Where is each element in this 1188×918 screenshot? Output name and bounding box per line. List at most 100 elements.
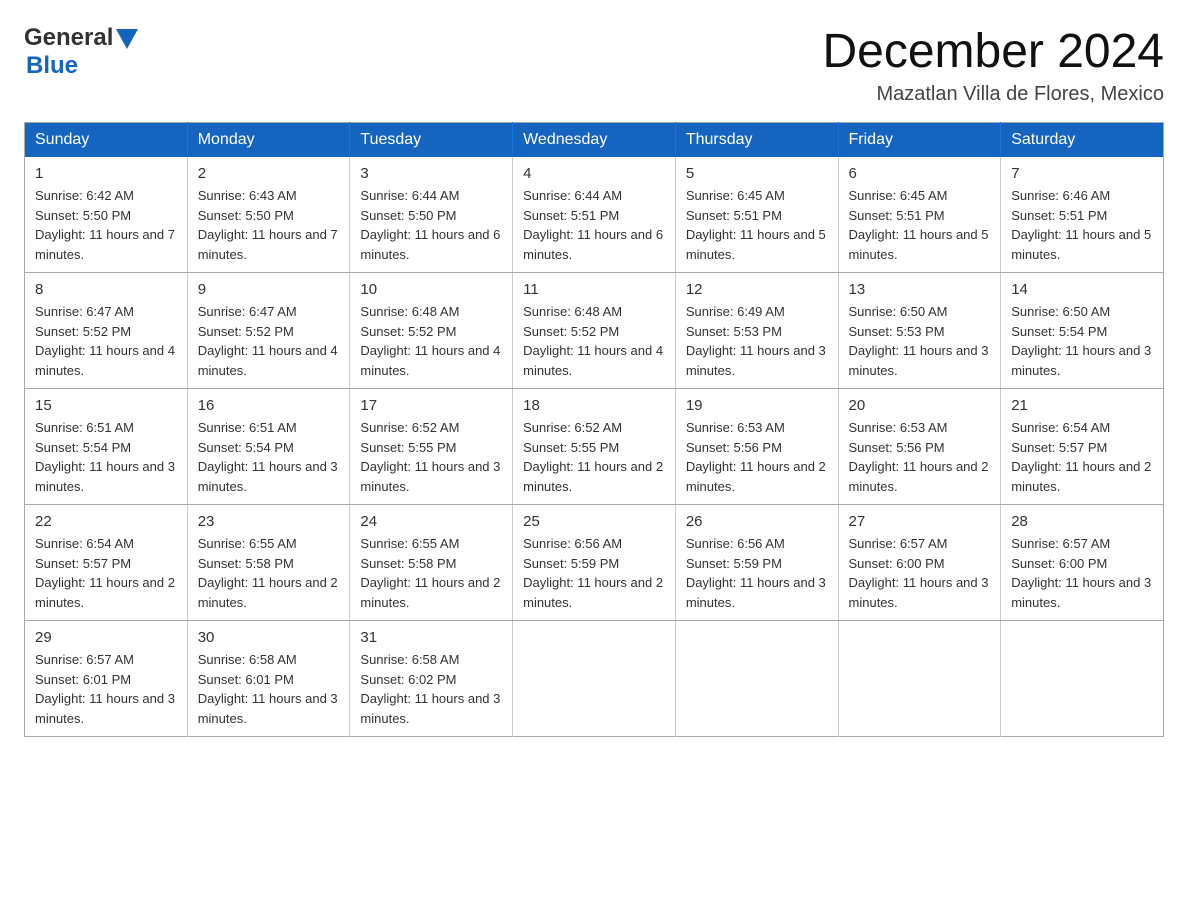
- day-info: Sunrise: 6:58 AM Sunset: 6:01 PM Dayligh…: [198, 650, 340, 728]
- calendar-cell: [675, 621, 838, 737]
- day-info: Sunrise: 6:53 AM Sunset: 5:56 PM Dayligh…: [849, 418, 991, 496]
- day-number: 16: [198, 397, 340, 414]
- calendar-cell: 18 Sunrise: 6:52 AM Sunset: 5:55 PM Dayl…: [513, 389, 676, 505]
- page-header: General Blue December 2024 Mazatlan Vill…: [24, 24, 1164, 106]
- day-number: 17: [360, 397, 502, 414]
- calendar-cell: 1 Sunrise: 6:42 AM Sunset: 5:50 PM Dayli…: [25, 157, 188, 273]
- calendar-week-row: 15 Sunrise: 6:51 AM Sunset: 5:54 PM Dayl…: [25, 389, 1164, 505]
- day-info: Sunrise: 6:45 AM Sunset: 5:51 PM Dayligh…: [849, 186, 991, 264]
- calendar-table: SundayMondayTuesdayWednesdayThursdayFrid…: [24, 122, 1164, 737]
- calendar-cell: 20 Sunrise: 6:53 AM Sunset: 5:56 PM Dayl…: [838, 389, 1001, 505]
- calendar-title: December 2024: [822, 24, 1164, 79]
- day-info: Sunrise: 6:57 AM Sunset: 6:01 PM Dayligh…: [35, 650, 177, 728]
- calendar-week-row: 22 Sunrise: 6:54 AM Sunset: 5:57 PM Dayl…: [25, 505, 1164, 621]
- day-number: 7: [1011, 165, 1153, 182]
- calendar-cell: 24 Sunrise: 6:55 AM Sunset: 5:58 PM Dayl…: [350, 505, 513, 621]
- calendar-cell: 19 Sunrise: 6:53 AM Sunset: 5:56 PM Dayl…: [675, 389, 838, 505]
- logo: General Blue: [24, 24, 138, 80]
- title-block: December 2024 Mazatlan Villa de Flores, …: [822, 24, 1164, 106]
- calendar-subtitle: Mazatlan Villa de Flores, Mexico: [822, 83, 1164, 106]
- day-number: 23: [198, 513, 340, 530]
- day-number: 28: [1011, 513, 1153, 530]
- weekday-header-thursday: Thursday: [675, 123, 838, 158]
- day-info: Sunrise: 6:50 AM Sunset: 5:53 PM Dayligh…: [849, 302, 991, 380]
- day-info: Sunrise: 6:54 AM Sunset: 5:57 PM Dayligh…: [1011, 418, 1153, 496]
- calendar-cell: 9 Sunrise: 6:47 AM Sunset: 5:52 PM Dayli…: [187, 273, 350, 389]
- calendar-cell: 15 Sunrise: 6:51 AM Sunset: 5:54 PM Dayl…: [25, 389, 188, 505]
- calendar-cell: 23 Sunrise: 6:55 AM Sunset: 5:58 PM Dayl…: [187, 505, 350, 621]
- day-number: 3: [360, 165, 502, 182]
- day-number: 21: [1011, 397, 1153, 414]
- day-number: 4: [523, 165, 665, 182]
- day-number: 26: [686, 513, 828, 530]
- day-info: Sunrise: 6:50 AM Sunset: 5:54 PM Dayligh…: [1011, 302, 1153, 380]
- day-number: 18: [523, 397, 665, 414]
- day-info: Sunrise: 6:44 AM Sunset: 5:51 PM Dayligh…: [523, 186, 665, 264]
- day-info: Sunrise: 6:49 AM Sunset: 5:53 PM Dayligh…: [686, 302, 828, 380]
- day-info: Sunrise: 6:51 AM Sunset: 5:54 PM Dayligh…: [35, 418, 177, 496]
- calendar-cell: 8 Sunrise: 6:47 AM Sunset: 5:52 PM Dayli…: [25, 273, 188, 389]
- day-info: Sunrise: 6:57 AM Sunset: 6:00 PM Dayligh…: [849, 534, 991, 612]
- day-info: Sunrise: 6:54 AM Sunset: 5:57 PM Dayligh…: [35, 534, 177, 612]
- calendar-week-row: 8 Sunrise: 6:47 AM Sunset: 5:52 PM Dayli…: [25, 273, 1164, 389]
- day-number: 22: [35, 513, 177, 530]
- weekday-header-wednesday: Wednesday: [513, 123, 676, 158]
- calendar-cell: 4 Sunrise: 6:44 AM Sunset: 5:51 PM Dayli…: [513, 157, 676, 273]
- calendar-cell: 5 Sunrise: 6:45 AM Sunset: 5:51 PM Dayli…: [675, 157, 838, 273]
- day-info: Sunrise: 6:52 AM Sunset: 5:55 PM Dayligh…: [360, 418, 502, 496]
- day-info: Sunrise: 6:43 AM Sunset: 5:50 PM Dayligh…: [198, 186, 340, 264]
- calendar-cell: 26 Sunrise: 6:56 AM Sunset: 5:59 PM Dayl…: [675, 505, 838, 621]
- day-number: 1: [35, 165, 177, 182]
- day-number: 9: [198, 281, 340, 298]
- calendar-cell: [1001, 621, 1164, 737]
- day-number: 12: [686, 281, 828, 298]
- day-number: 13: [849, 281, 991, 298]
- day-info: Sunrise: 6:58 AM Sunset: 6:02 PM Dayligh…: [360, 650, 502, 728]
- calendar-cell: 17 Sunrise: 6:52 AM Sunset: 5:55 PM Dayl…: [350, 389, 513, 505]
- day-number: 19: [686, 397, 828, 414]
- calendar-cell: 27 Sunrise: 6:57 AM Sunset: 6:00 PM Dayl…: [838, 505, 1001, 621]
- day-number: 15: [35, 397, 177, 414]
- day-number: 31: [360, 629, 502, 646]
- day-info: Sunrise: 6:56 AM Sunset: 5:59 PM Dayligh…: [523, 534, 665, 612]
- day-info: Sunrise: 6:45 AM Sunset: 5:51 PM Dayligh…: [686, 186, 828, 264]
- day-info: Sunrise: 6:52 AM Sunset: 5:55 PM Dayligh…: [523, 418, 665, 496]
- logo-blue-text: Blue: [26, 52, 78, 79]
- calendar-cell: 30 Sunrise: 6:58 AM Sunset: 6:01 PM Dayl…: [187, 621, 350, 737]
- calendar-cell: 6 Sunrise: 6:45 AM Sunset: 5:51 PM Dayli…: [838, 157, 1001, 273]
- calendar-cell: [513, 621, 676, 737]
- logo-triangle-icon: [116, 29, 138, 49]
- day-info: Sunrise: 6:57 AM Sunset: 6:00 PM Dayligh…: [1011, 534, 1153, 612]
- day-info: Sunrise: 6:51 AM Sunset: 5:54 PM Dayligh…: [198, 418, 340, 496]
- calendar-cell: [838, 621, 1001, 737]
- day-info: Sunrise: 6:47 AM Sunset: 5:52 PM Dayligh…: [198, 302, 340, 380]
- weekday-header-sunday: Sunday: [25, 123, 188, 158]
- weekday-header-saturday: Saturday: [1001, 123, 1164, 158]
- day-number: 29: [35, 629, 177, 646]
- day-number: 20: [849, 397, 991, 414]
- day-number: 8: [35, 281, 177, 298]
- calendar-cell: 21 Sunrise: 6:54 AM Sunset: 5:57 PM Dayl…: [1001, 389, 1164, 505]
- calendar-cell: 31 Sunrise: 6:58 AM Sunset: 6:02 PM Dayl…: [350, 621, 513, 737]
- day-info: Sunrise: 6:56 AM Sunset: 5:59 PM Dayligh…: [686, 534, 828, 612]
- calendar-week-row: 1 Sunrise: 6:42 AM Sunset: 5:50 PM Dayli…: [25, 157, 1164, 273]
- logo-general-text: General: [24, 24, 113, 52]
- calendar-cell: 2 Sunrise: 6:43 AM Sunset: 5:50 PM Dayli…: [187, 157, 350, 273]
- calendar-cell: 11 Sunrise: 6:48 AM Sunset: 5:52 PM Dayl…: [513, 273, 676, 389]
- calendar-cell: 3 Sunrise: 6:44 AM Sunset: 5:50 PM Dayli…: [350, 157, 513, 273]
- day-info: Sunrise: 6:42 AM Sunset: 5:50 PM Dayligh…: [35, 186, 177, 264]
- day-number: 6: [849, 165, 991, 182]
- calendar-cell: 22 Sunrise: 6:54 AM Sunset: 5:57 PM Dayl…: [25, 505, 188, 621]
- calendar-cell: 12 Sunrise: 6:49 AM Sunset: 5:53 PM Dayl…: [675, 273, 838, 389]
- weekday-header-tuesday: Tuesday: [350, 123, 513, 158]
- day-info: Sunrise: 6:55 AM Sunset: 5:58 PM Dayligh…: [360, 534, 502, 612]
- calendar-cell: 28 Sunrise: 6:57 AM Sunset: 6:00 PM Dayl…: [1001, 505, 1164, 621]
- calendar-cell: 25 Sunrise: 6:56 AM Sunset: 5:59 PM Dayl…: [513, 505, 676, 621]
- day-info: Sunrise: 6:47 AM Sunset: 5:52 PM Dayligh…: [35, 302, 177, 380]
- day-number: 11: [523, 281, 665, 298]
- day-number: 27: [849, 513, 991, 530]
- day-number: 24: [360, 513, 502, 530]
- day-info: Sunrise: 6:53 AM Sunset: 5:56 PM Dayligh…: [686, 418, 828, 496]
- calendar-cell: 29 Sunrise: 6:57 AM Sunset: 6:01 PM Dayl…: [25, 621, 188, 737]
- day-number: 14: [1011, 281, 1153, 298]
